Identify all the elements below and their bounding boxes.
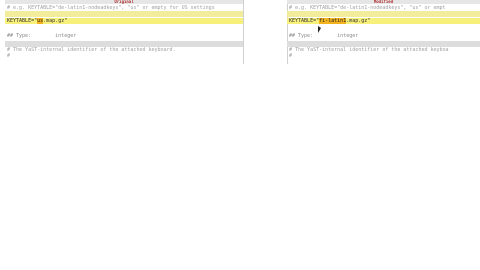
diff-line: #	[7, 53, 11, 59]
diff-line-empty	[287, 11, 480, 17]
keytable-suffix: .map.gz"	[346, 18, 371, 24]
diff-line: #	[289, 53, 293, 59]
diff-line: ## Type: integer	[289, 33, 359, 39]
keytable-suffix: .map.gz"	[43, 18, 68, 24]
keytable-prefix: KEYTABLE="	[7, 18, 38, 24]
modified-pane[interactable]: Modified # e.g. KEYTABLE="de-latin1-node…	[287, 0, 480, 64]
modified-pane-header: Modified	[287, 0, 480, 4]
pane-divider-left	[243, 0, 244, 64]
mouse-pointer-icon	[318, 26, 321, 33]
diff-line-changed: KEYTABLE="fi-latin1.map.gz"	[287, 18, 480, 24]
diff-line-empty	[5, 11, 243, 17]
original-pane-header: Original	[5, 0, 243, 4]
original-pane[interactable]: Original # e.g. KEYTABLE="de-latin1-node…	[5, 0, 243, 64]
changed-value: fi-latin1	[319, 18, 347, 24]
diff-line: ## Type: integer	[7, 33, 77, 39]
diff-line-changed: KEYTABLE="us.map.gz"	[5, 18, 243, 24]
keytable-prefix: KEYTABLE="	[289, 18, 320, 24]
